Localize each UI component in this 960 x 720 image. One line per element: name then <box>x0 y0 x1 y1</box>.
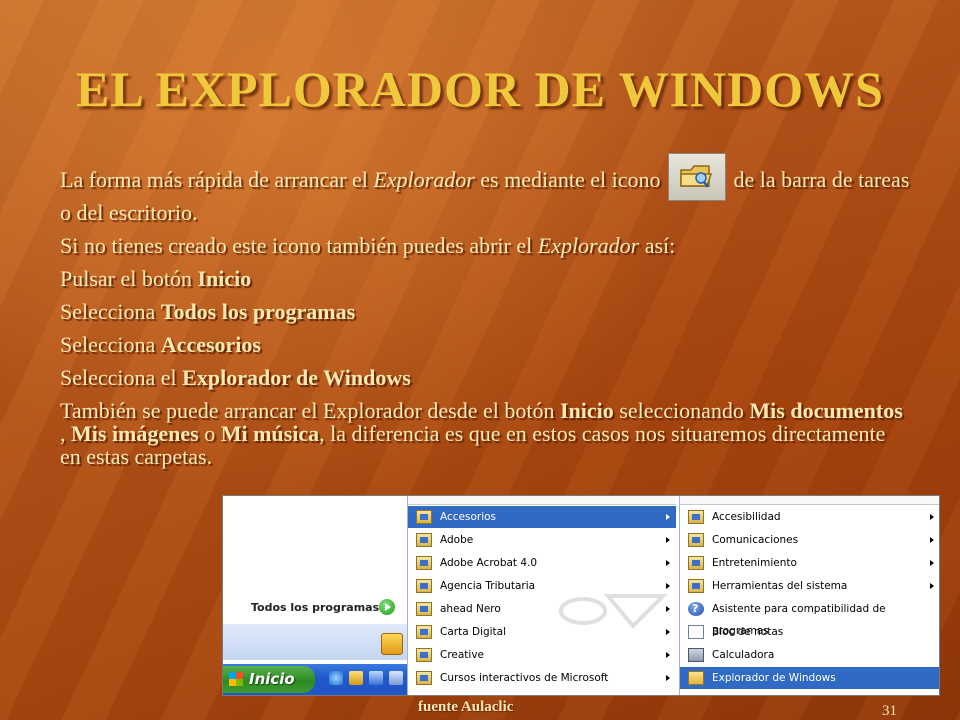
menu-item[interactable]: Entretenimiento <box>680 552 939 574</box>
menu-item[interactable]: Bloc de notas <box>680 621 939 643</box>
menu-item-label: Agencia Tributaria <box>440 580 536 592</box>
menu-item-label: Explorador de Windows <box>712 672 836 684</box>
menu-item-label: Cursos interactivos de Microsoft <box>440 672 609 684</box>
submenu-arrow-icon <box>930 514 934 520</box>
page-number: 31 <box>882 703 897 719</box>
paragraph-other-ways: También se puede arrancar el Explorador … <box>60 398 903 469</box>
menu-item-label: Creative <box>440 649 485 661</box>
taskbar: Inicio <box>223 664 407 695</box>
start-button-label: Inicio <box>249 670 295 688</box>
program-group-icon <box>416 579 432 593</box>
key-icon[interactable] <box>381 633 403 655</box>
start-menu-panel: Todos los programas Inicio <box>223 496 407 695</box>
step-all-programs: Selecciona Todos los programas <box>60 299 356 324</box>
outlook-icon[interactable] <box>349 671 363 685</box>
menu-item-label: Bloc de notas <box>712 626 784 638</box>
menu-item[interactable]: Comunicaciones <box>680 529 939 551</box>
help-icon <box>688 598 704 620</box>
submenu-arrow-icon <box>666 514 670 520</box>
menu-item-label: Carta Digital <box>440 626 507 638</box>
program-group-icon <box>416 556 432 570</box>
submenu-arrow-icon <box>666 560 670 566</box>
program-group-icon <box>688 533 704 547</box>
start-menu-footer <box>223 624 407 660</box>
menu-item[interactable]: Herramientas del sistema <box>680 575 939 597</box>
explorer-shortcut-icon <box>668 153 726 201</box>
menu-item[interactable]: Calculadora <box>680 644 939 666</box>
menu-item-label: Accesibilidad <box>712 511 781 523</box>
menu-item[interactable]: Adobe Acrobat 4.0 <box>408 552 676 574</box>
windows-flag-icon <box>229 672 243 686</box>
source-credit: fuente Aulaclic <box>418 699 514 715</box>
submenu-arrow-icon <box>930 583 934 589</box>
program-group-icon <box>688 579 704 593</box>
program-group-icon <box>688 556 704 570</box>
slide-body: La forma más rápida de arrancar el Explo… <box>60 153 910 478</box>
menu-item[interactable]: Accesorios <box>408 506 676 528</box>
menu-item-label: Calculadora <box>712 649 775 661</box>
program-group-icon <box>688 510 704 524</box>
ie-icon[interactable] <box>329 671 343 685</box>
menu-top-edge <box>680 496 939 505</box>
menu-item-label: ahead Nero <box>440 603 501 615</box>
explorer-folder-icon <box>688 671 704 685</box>
start-button[interactable]: Inicio <box>223 666 315 693</box>
menu-item[interactable]: Cursos interactivos de Microsoft <box>408 667 676 689</box>
menu-item[interactable]: Explorador de Windows <box>680 667 939 689</box>
all-programs-item[interactable]: Todos los programas <box>251 601 379 614</box>
menu-item-label: Comunicaciones <box>712 534 799 546</box>
menu-item[interactable]: Accesibilidad <box>680 506 939 528</box>
step-accessories: Selecciona Accesorios <box>60 332 261 357</box>
media-icon[interactable] <box>369 671 383 685</box>
program-group-icon <box>416 625 432 639</box>
step-start: Pulsar el botón Inicio <box>60 266 252 291</box>
submenu-arrow-icon <box>930 560 934 566</box>
program-group-icon <box>416 671 432 685</box>
slide-title: EL EXPLORADOR DE WINDOWS <box>76 61 884 117</box>
program-group-icon <box>416 510 432 524</box>
menu-item-label: Adobe <box>440 534 474 546</box>
menu-item[interactable]: Asistente para compatibilidad de program… <box>680 598 939 637</box>
accessories-menu: Accesibilidad Comunicaciones Entretenimien… <box>679 496 939 695</box>
submenu-arrow-icon <box>666 537 670 543</box>
step-explorer: Selecciona el Explorador de Windows <box>60 365 411 390</box>
menu-item-label: Adobe Acrobat 4.0 <box>440 557 538 569</box>
paragraph-alternative: Si no tienes creado este icono también p… <box>60 233 676 258</box>
green-arrow-icon <box>379 599 395 615</box>
watermark-logo-icon <box>559 594 668 629</box>
program-group-icon <box>416 602 432 616</box>
start-menu-screenshot: Todos los programas Inicio Accesorios Ado… <box>222 495 940 696</box>
notepad-icon <box>688 625 704 639</box>
submenu-arrow-icon <box>666 675 670 681</box>
menu-item-label: Entretenimiento <box>712 557 797 569</box>
program-group-icon <box>416 648 432 662</box>
submenu-arrow-icon <box>930 537 934 543</box>
menu-item[interactable]: Creative <box>408 644 676 666</box>
paragraph-quick-start: La forma más rápida de arrancar el Explo… <box>60 153 910 224</box>
menu-item-label: Herramientas del sistema <box>712 580 848 592</box>
calculator-icon <box>688 648 704 662</box>
menu-item-label: Accesorios <box>440 511 497 523</box>
submenu-arrow-icon <box>666 652 670 658</box>
menu-top-edge <box>408 496 676 505</box>
program-group-icon <box>416 533 432 547</box>
desktop-icon[interactable] <box>389 671 403 685</box>
menu-item[interactable]: Adobe <box>408 529 676 551</box>
